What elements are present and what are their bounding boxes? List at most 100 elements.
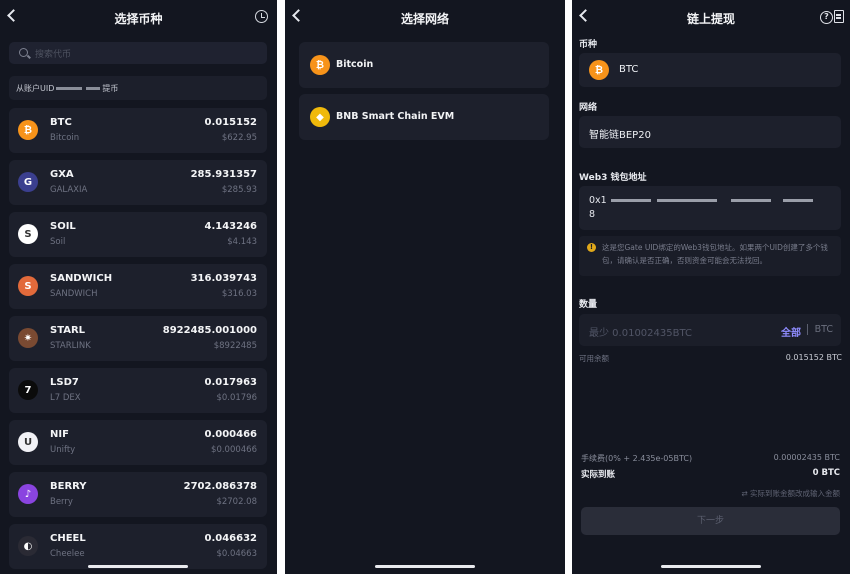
header: 选择网络: [285, 0, 565, 34]
network-label: Bitcoin: [336, 59, 374, 70]
from-account-suffix: 提币: [102, 84, 119, 93]
warning-notice: ! 这是您Gate UID绑定的Web3钱包地址。如果两个UID创建了多个钱包，…: [579, 236, 841, 276]
network-label: 网络: [579, 103, 598, 113]
fee-value: 0.00002435 BTC: [773, 453, 840, 462]
coin-name: L7 DEX: [50, 393, 81, 403]
coin-row-starl[interactable]: ✷ STARL STARLINK 8922485.001000 $8922485: [9, 316, 267, 361]
network-option-bitcoin[interactable]: ₿ Bitcoin: [299, 42, 549, 88]
receive-value: 0 BTC: [812, 468, 840, 478]
coin-symbol: GXA: [50, 169, 74, 180]
coin-symbol: SOIL: [50, 221, 76, 232]
coin-usd-value: $2702.08: [216, 497, 257, 507]
coin-row-gxa[interactable]: G GXA GALAXIA 285.931357 $285.93: [9, 160, 267, 205]
warning-text: 这是您Gate UID绑定的Web3钱包地址。如果两个UID创建了多个钱包，请确…: [602, 243, 828, 265]
coin-amount: 4.143246: [204, 221, 257, 232]
available-value: 0.015152 BTC: [785, 353, 842, 362]
galaxia-icon: G: [18, 172, 38, 192]
receive-label: 实际到账: [581, 470, 616, 480]
sandwich-icon: S: [18, 276, 38, 296]
coin-name: SANDWICH: [50, 289, 98, 299]
home-indicator: [375, 565, 475, 568]
bitcoin-icon: ₿: [18, 120, 38, 140]
onchain-withdraw-screen: 链上提现 ? 币种 ₿ BTC 网络 智能链BEP20 Web3 钱包地址 0x…: [572, 0, 850, 574]
page-title: 选择币种: [114, 12, 163, 26]
coin-amount: 0.017963: [204, 377, 257, 388]
address-line2: 8: [589, 209, 596, 220]
network-option-bnb[interactable]: ◆ BNB Smart Chain EVM: [299, 94, 549, 140]
coin-amount: 316.039743: [190, 273, 257, 284]
unifty-icon: U: [18, 432, 38, 452]
coin-usd-value: $0.000466: [211, 445, 257, 455]
coin-name: Cheelee: [50, 549, 85, 559]
network-selector[interactable]: 智能链BEP20: [579, 116, 841, 148]
amount-input[interactable]: 最少 0.01002435BTC 全部 BTC: [579, 314, 841, 346]
coin-symbol: BTC: [50, 117, 72, 128]
masked-address: [610, 199, 651, 202]
coin-symbol: LSD7: [50, 377, 79, 388]
coin-symbol: NIF: [50, 429, 69, 440]
coin-symbol: BERRY: [50, 481, 87, 492]
address-start: 0x1: [589, 195, 607, 206]
coin-row-soil[interactable]: S SOIL Soil 4.143246 $4.143: [9, 212, 267, 257]
coin-name: Berry: [50, 497, 73, 507]
coin-row-cheel[interactable]: ◐ CHEEL Cheelee 0.046632 $0.04663: [9, 524, 267, 569]
available-label: 可用余额: [579, 354, 609, 363]
coin-name: Unifty: [50, 445, 76, 455]
masked-uid: [86, 87, 101, 90]
search-placeholder: 搜索代币: [35, 50, 72, 60]
select-network-screen: 选择网络 ₿ Bitcoin ◆ BNB Smart Chain EVM: [285, 0, 565, 574]
coin-usd-value: $0.01796: [216, 393, 257, 403]
page-title: 链上提现: [686, 12, 735, 26]
coin-row-berry[interactable]: ♪ BERRY Berry 2702.086378 $2702.08: [9, 472, 267, 517]
help-icon[interactable]: ?: [820, 11, 833, 24]
divider: [807, 324, 808, 335]
divider: [565, 0, 572, 574]
fee-label: 手续费(0% + 2.435e-05BTC): [581, 454, 693, 463]
header: 选择币种: [0, 0, 277, 34]
wallet-address-value: 0x1 8: [589, 194, 813, 222]
coin-amount: 0.000466: [204, 429, 257, 440]
records-icon[interactable]: [834, 10, 844, 23]
coin-usd-value: $316.03: [221, 289, 257, 299]
from-account-row: 从账户UID 提币: [9, 76, 267, 100]
wallet-address-field[interactable]: 0x1 8: [579, 186, 841, 230]
cheelee-icon: ◐: [18, 536, 38, 556]
currency-label: 币种: [579, 40, 598, 50]
all-button[interactable]: 全部: [781, 324, 801, 339]
history-clock-icon[interactable]: [255, 10, 268, 23]
masked-address: [782, 199, 813, 202]
soil-icon: S: [18, 224, 38, 244]
bitcoin-icon: ₿: [589, 60, 609, 80]
coin-name: GALAXIA: [50, 185, 88, 195]
from-account-prefix: 从账户UID: [16, 84, 55, 93]
switch-receive-link[interactable]: ⇄ 实际到账金额改成输入金额: [741, 488, 840, 499]
bnb-icon: ◆: [310, 107, 330, 127]
amount-label: 数量: [579, 300, 598, 310]
coin-row-lsd7[interactable]: 7 LSD7 L7 DEX 0.017963 $0.01796: [9, 368, 267, 413]
page-title: 选择网络: [400, 12, 449, 26]
search-icon: [19, 48, 28, 57]
coin-symbol: SANDWICH: [50, 273, 113, 284]
coin-symbol: STARL: [50, 325, 86, 336]
currency-value: BTC: [619, 64, 639, 75]
network-value: 智能链BEP20: [589, 130, 651, 141]
search-input[interactable]: 搜索代币: [9, 42, 267, 64]
home-indicator: [661, 565, 761, 568]
coin-amount: 2702.086378: [183, 481, 257, 492]
starlink-icon: ✷: [18, 328, 38, 348]
coin-name: Bitcoin: [50, 133, 80, 143]
coin-symbol: CHEEL: [50, 533, 86, 544]
coin-amount: 8922485.001000: [162, 325, 257, 336]
coin-row-nif[interactable]: U NIF Unifty 0.000466 $0.000466: [9, 420, 267, 465]
coin-row-btc[interactable]: ₿ BTC Bitcoin 0.015152 $622.95: [9, 108, 267, 153]
currency-selector[interactable]: ₿ BTC: [579, 53, 841, 87]
coin-amount: 285.931357: [190, 169, 257, 180]
coin-row-sandwich[interactable]: S SANDWICH SANDWICH 316.039743 $316.03: [9, 264, 267, 309]
home-indicator: [88, 565, 188, 568]
network-label: BNB Smart Chain EVM: [336, 111, 455, 122]
next-button[interactable]: 下一步: [581, 507, 840, 535]
masked-address: [656, 199, 717, 202]
berry-icon: ♪: [18, 484, 38, 504]
coin-amount: 0.046632: [204, 533, 257, 544]
coin-name: STARLINK: [50, 341, 91, 351]
